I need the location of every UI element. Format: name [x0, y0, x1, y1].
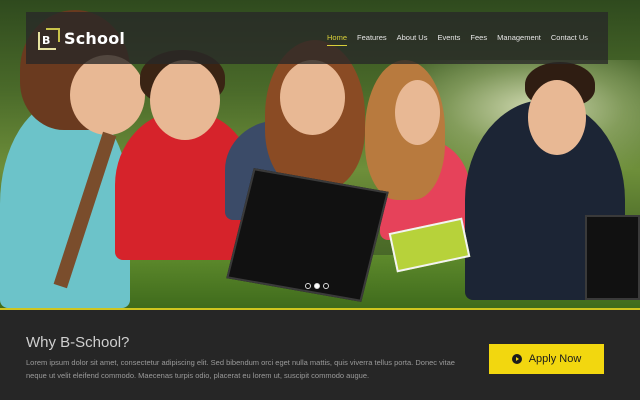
- why-title: Why B-School?: [26, 334, 130, 351]
- laptop-image: [226, 168, 389, 302]
- apply-now-label: Apply Now: [528, 353, 582, 365]
- slider-dot[interactable]: [323, 283, 329, 289]
- nav-item-home[interactable]: Home: [327, 33, 348, 46]
- slider-pagination: [305, 283, 329, 289]
- brand-logo-icon[interactable]: B: [38, 28, 60, 50]
- nav-item-contact-us[interactable]: Contact Us: [551, 33, 588, 42]
- student-face: [395, 80, 440, 145]
- main-menu: Home Features About Us Events Fees Manag…: [317, 33, 588, 46]
- logo-letter: B: [42, 34, 51, 47]
- nav-item-about-us[interactable]: About Us: [397, 33, 428, 42]
- nav-item-fees[interactable]: Fees: [470, 33, 487, 42]
- nav-item-events[interactable]: Events: [437, 33, 460, 42]
- brand-name[interactable]: School: [64, 29, 125, 48]
- student-face: [150, 60, 220, 140]
- nav-item-features[interactable]: Features: [357, 33, 387, 42]
- student-face: [528, 80, 586, 155]
- student-face: [280, 60, 345, 135]
- slider-dot-active[interactable]: [314, 283, 320, 289]
- top-navigation-bar: B School Home Features About Us Events F…: [26, 12, 608, 64]
- laptop-image: [585, 215, 640, 300]
- nav-item-management[interactable]: Management: [497, 33, 541, 42]
- student-face: [70, 55, 145, 135]
- why-description: Lorem ipsum dolor sit amet, consectetur …: [26, 358, 455, 380]
- slider-dot[interactable]: [305, 283, 311, 289]
- play-circle-icon: [511, 354, 522, 364]
- apply-now-button[interactable]: Apply Now: [489, 344, 604, 374]
